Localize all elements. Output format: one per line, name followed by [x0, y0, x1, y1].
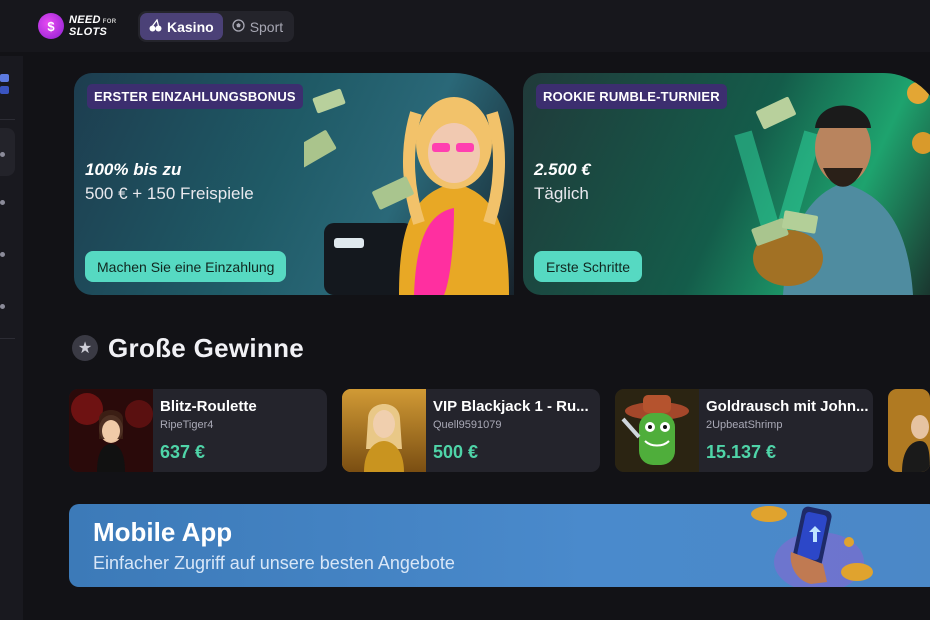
win-username: Quell9591079 [433, 419, 502, 431]
banner-subline: Täglich [534, 184, 589, 203]
promo-banner-deposit-bonus[interactable]: ERSTER EINZAHLUNGSBONUS 100% bis zu 500 … [74, 73, 514, 295]
banner-character-art [304, 88, 509, 295]
cherries-icon [149, 18, 162, 35]
win-username: RipeTiger4 [160, 419, 214, 431]
win-amount: 500 € [433, 442, 479, 462]
sidebar-divider [0, 338, 15, 339]
win-amount: 15.137 € [706, 442, 777, 462]
logo-line1: NEED [69, 14, 101, 26]
star-icon: ★ [72, 335, 98, 361]
tab-kasino[interactable]: Kasino [140, 13, 223, 40]
banner-tag: ERSTER EINZAHLUNGSBONUS [87, 84, 303, 109]
sidebar [0, 56, 23, 620]
logo-badge-icon: $ [38, 13, 64, 39]
tab-sport[interactable]: Sport [223, 13, 292, 40]
sidebar-item-icon[interactable] [0, 200, 5, 205]
banner-headline: 100% bis zu [85, 160, 182, 179]
sidebar-promo-icon[interactable] [0, 74, 10, 96]
sidebar-item-icon[interactable] [0, 304, 5, 309]
big-wins-title: Große Gewinne [108, 332, 305, 363]
top-bar: $ NEED FOR SLOTS Kasino Sport [0, 0, 930, 52]
win-game-name: Blitz-Roulette [160, 398, 257, 415]
banner-tag: ROOKIE RUMBLE-TURNIER [536, 84, 727, 109]
logo-text: NEED FOR SLOTS [69, 14, 117, 38]
banner-character-art [734, 82, 930, 295]
promo-banner-tournament[interactable]: ROOKIE RUMBLE-TURNIER 2.500 € Täglich Er… [523, 73, 930, 295]
sidebar-item-icon [0, 152, 5, 157]
sidebar-item-icon[interactable] [0, 252, 5, 257]
logo-line1-small: FOR [102, 19, 117, 25]
category-tabs: Kasino Sport [138, 11, 294, 42]
game-thumbnail [69, 389, 153, 472]
phone-hand-icon [751, 506, 873, 587]
win-card[interactable]: VIP Blackjack 1 - Ru... Quell9591079 500… [342, 389, 600, 472]
win-username: 2UpbeatShrimp [706, 419, 783, 431]
soccer-ball-icon [232, 18, 245, 35]
win-game-name: VIP Blackjack 1 - Ru... [433, 398, 589, 415]
win-card[interactable]: Blitz-Roulette RipeTiger4 637 € [69, 389, 327, 472]
tab-kasino-label: Kasino [167, 18, 214, 35]
banner-headline: 2.500 € [534, 160, 591, 179]
banner-subline: 500 € + 150 Freispiele [85, 184, 254, 203]
big-wins-heading: ★ Große Gewinne [72, 332, 304, 364]
logo-line2: SLOTS [69, 26, 108, 38]
deposit-button[interactable]: Machen Sie eine Einzahlung [85, 251, 287, 282]
mobile-app-subtitle: Einfacher Zugriff auf unsere besten Ange… [93, 553, 455, 573]
win-card[interactable]: Goldrausch mit John... 2UpbeatShrimp 15.… [615, 389, 873, 472]
tab-sport-label: Sport [249, 18, 284, 35]
win-game-name: Goldrausch mit John... [706, 398, 869, 415]
game-thumbnail [615, 389, 699, 472]
game-thumbnail [888, 389, 930, 472]
sidebar-divider [0, 119, 15, 120]
get-started-button[interactable]: Erste Schritte [534, 251, 643, 282]
mobile-app-banner[interactable]: Mobile App Einfacher Zugriff auf unsere … [69, 504, 930, 587]
logo[interactable]: $ NEED FOR SLOTS [38, 12, 128, 40]
mobile-app-title: Mobile App [93, 517, 233, 547]
game-thumbnail [342, 389, 426, 472]
win-card-partial[interactable] [888, 389, 930, 472]
win-amount: 637 € [160, 442, 206, 462]
